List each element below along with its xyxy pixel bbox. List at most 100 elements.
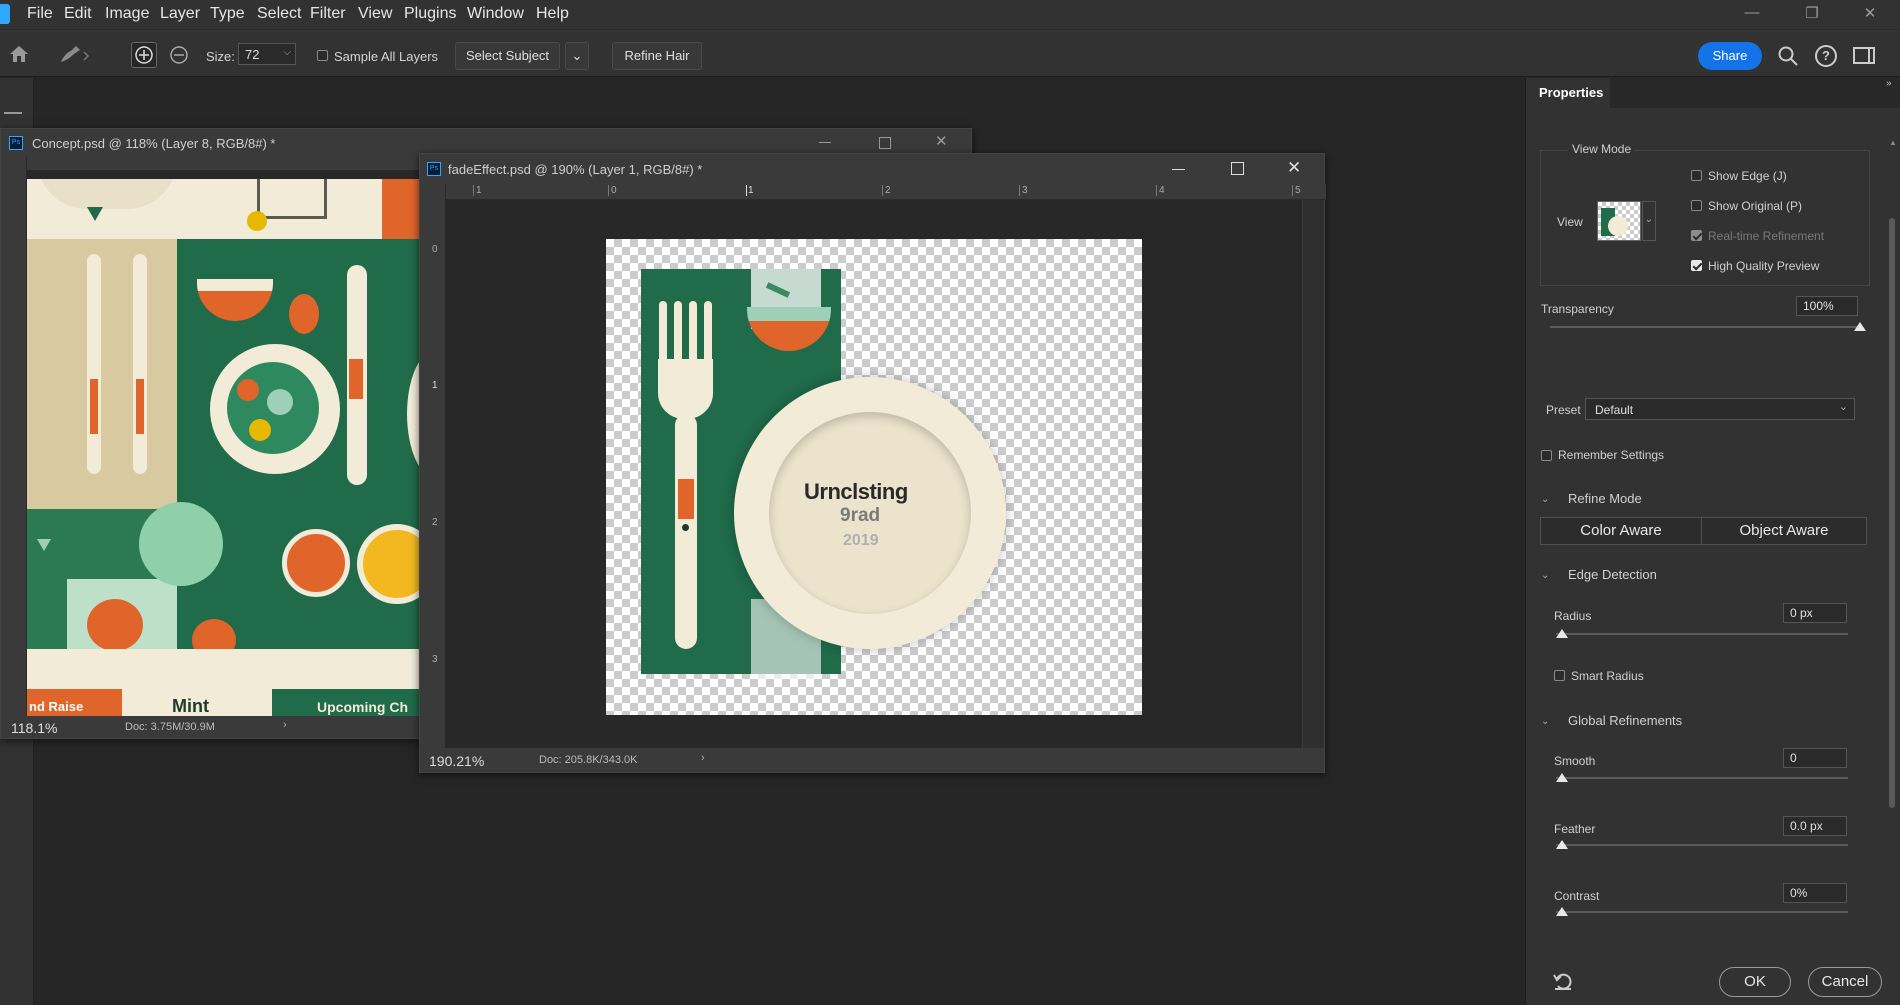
- chevron-down-icon[interactable]: ⌄: [1541, 494, 1549, 505]
- ps-file-icon: Ps: [427, 162, 441, 176]
- menu-layer[interactable]: Layer: [160, 5, 200, 23]
- home-icon[interactable]: [8, 44, 30, 64]
- maximize-icon[interactable]: [879, 137, 891, 149]
- edge-detection-heading: Edge Detection: [1568, 567, 1657, 582]
- menu-file[interactable]: File: [27, 5, 53, 23]
- close-icon[interactable]: ✕: [1852, 4, 1888, 24]
- maximize-icon[interactable]: [1231, 162, 1244, 175]
- concept-title: Concept.psd @ 118% (Layer 8, RGB/8#) *: [32, 136, 276, 151]
- radius-label: Radius: [1554, 609, 1592, 623]
- show-edge-checkbox[interactable]: [1691, 170, 1702, 181]
- reset-icon[interactable]: [1552, 971, 1574, 991]
- feather-field[interactable]: 0.0 px: [1783, 816, 1847, 836]
- transparency-field[interactable]: 100%: [1796, 296, 1858, 316]
- plate-text-line-1: Urnclsting: [804, 479, 908, 504]
- plate-text-line-2: 9rad: [840, 505, 881, 526]
- smooth-field[interactable]: 0: [1783, 748, 1847, 768]
- sample-all-layers-checkbox[interactable]: [317, 50, 328, 61]
- preset-select[interactable]: Default ⌄: [1585, 398, 1855, 420]
- view-mode-label: View Mode: [1568, 142, 1636, 156]
- add-to-selection-icon[interactable]: [131, 42, 157, 68]
- panel-scrollbar[interactable]: ▲: [1887, 138, 1897, 938]
- fade-top-ruler: 1 0 1 2 3 4 5: [446, 184, 1326, 200]
- menu-type[interactable]: Type: [210, 5, 245, 23]
- remember-settings-checkbox[interactable]: [1541, 450, 1552, 461]
- minimize-icon[interactable]: [819, 142, 831, 143]
- fade-status-bar: 190.21% Doc: 205.8K/343.0K ›: [420, 748, 1324, 772]
- radius-slider[interactable]: [1556, 633, 1848, 635]
- smooth-slider[interactable]: [1556, 777, 1848, 779]
- contrast-slider[interactable]: [1556, 911, 1848, 913]
- menu-window[interactable]: Window: [467, 5, 524, 23]
- menu-view[interactable]: View: [358, 5, 392, 23]
- feather-slider[interactable]: [1556, 844, 1848, 846]
- smooth-slider-thumb[interactable]: [1556, 773, 1568, 782]
- tools-collapse-icon[interactable]: [4, 112, 22, 122]
- share-button[interactable]: Share: [1698, 42, 1762, 70]
- menu-help[interactable]: Help: [536, 5, 569, 23]
- chevron-down-icon[interactable]: ⌵: [283, 47, 291, 58]
- smart-radius-label: Smart Radius: [1571, 669, 1644, 683]
- transparency-slider[interactable]: [1550, 326, 1860, 328]
- fade-document-window: Ps fadeEffect.psd @ 190% (Layer 1, RGB/8…: [419, 153, 1326, 773]
- menu-edit[interactable]: Edit: [64, 5, 92, 23]
- cancel-button[interactable]: Cancel: [1808, 967, 1882, 997]
- view-mode-thumbnail[interactable]: [1597, 201, 1641, 241]
- contrast-slider-thumb[interactable]: [1556, 907, 1568, 916]
- smart-radius-checkbox[interactable]: [1554, 670, 1565, 681]
- concept-canvas[interactable]: nd Raise Mint Upcoming Ch: [27, 179, 422, 716]
- ruler-tick: 0: [432, 244, 438, 255]
- subtract-from-selection-icon[interactable]: [167, 43, 191, 67]
- menu-select[interactable]: Select: [257, 5, 301, 23]
- fade-title-bar[interactable]: Ps fadeEffect.psd @ 190% (Layer 1, RGB/8…: [420, 154, 1324, 184]
- smooth-label: Smooth: [1554, 754, 1596, 768]
- menu-image[interactable]: Image: [105, 5, 149, 23]
- select-subject-button[interactable]: Select Subject: [455, 42, 560, 70]
- chevron-right-icon[interactable]: ›: [701, 752, 705, 764]
- refine-hair-button[interactable]: Refine Hair: [612, 42, 702, 70]
- concept-zoom[interactable]: 118.1%: [11, 720, 57, 736]
- close-icon[interactable]: ✕: [935, 132, 948, 150]
- radius-slider-thumb[interactable]: [1556, 629, 1568, 638]
- ruler-tick: 2: [882, 185, 891, 196]
- high-quality-preview-checkbox[interactable]: [1691, 260, 1702, 271]
- menu-filter[interactable]: Filter: [310, 5, 346, 23]
- fade-canvas[interactable]: Urnclsting 9rad 2019: [606, 239, 1142, 715]
- app-logo-icon[interactable]: [0, 4, 10, 24]
- search-icon[interactable]: [1777, 45, 1799, 67]
- minimize-icon[interactable]: —: [1734, 4, 1770, 24]
- transparency-slider-thumb[interactable]: [1854, 322, 1866, 331]
- panel-collapse-icon[interactable]: »: [1886, 78, 1892, 89]
- radius-field[interactable]: 0 px: [1783, 603, 1847, 623]
- restore-icon[interactable]: ❐: [1794, 4, 1830, 24]
- chevron-down-icon: ⌄: [571, 48, 583, 63]
- contrast-field[interactable]: 0%: [1783, 883, 1847, 903]
- sample-all-layers-label: Sample All Layers: [334, 49, 439, 64]
- menu-bar: File Edit Image Layer Type Select Filter…: [0, 0, 1900, 29]
- fade-zoom[interactable]: 190.21%: [429, 753, 484, 769]
- help-icon[interactable]: ?: [1815, 45, 1837, 67]
- quick-selection-brush-icon[interactable]: [58, 42, 92, 66]
- feather-slider-thumb[interactable]: [1556, 840, 1568, 849]
- minimize-icon[interactable]: [1172, 169, 1185, 170]
- concept-text-2: Mint: [172, 696, 209, 716]
- close-icon[interactable]: ✕: [1287, 158, 1301, 178]
- vertical-scrollbar[interactable]: [1302, 200, 1324, 750]
- concept-left-ruler: [1, 157, 27, 716]
- workspace-icon[interactable]: [1853, 47, 1875, 64]
- view-mode-dropdown[interactable]: ⌄: [1642, 201, 1656, 241]
- color-aware-button[interactable]: Color Aware: [1540, 517, 1702, 545]
- size-field[interactable]: 72 ⌵: [238, 43, 296, 65]
- menu-plugins[interactable]: Plugins: [404, 5, 456, 23]
- show-original-checkbox[interactable]: [1691, 200, 1702, 211]
- chevron-right-icon[interactable]: ›: [283, 719, 287, 731]
- ok-button[interactable]: OK: [1719, 967, 1791, 997]
- select-subject-dropdown[interactable]: ⌄: [565, 42, 589, 70]
- chevron-down-icon[interactable]: ⌄: [1541, 716, 1549, 727]
- tab-properties[interactable]: Properties: [1526, 78, 1610, 108]
- object-aware-button[interactable]: Object Aware: [1701, 517, 1867, 545]
- concept-doc-info: Doc: 3.75M/30.9M: [125, 721, 215, 733]
- chevron-down-icon[interactable]: ⌄: [1541, 570, 1549, 581]
- concept-status-bar: 118.1% Doc: 3.75M/30.9M ›: [1, 716, 421, 738]
- ruler-tick: 1: [746, 185, 754, 196]
